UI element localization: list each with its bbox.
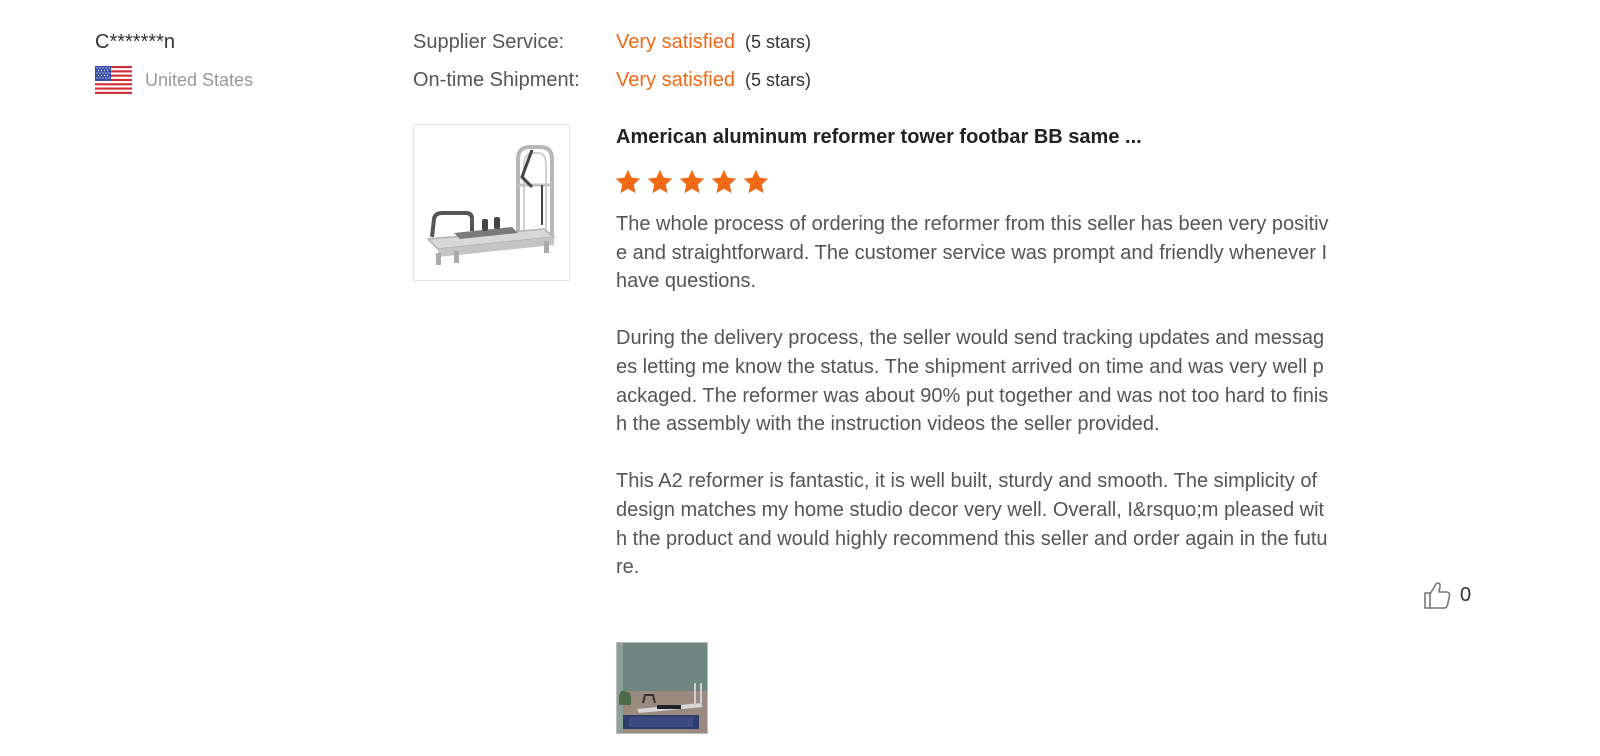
supplier-service-label: Supplier Service:: [413, 31, 565, 53]
star-icon: [711, 169, 737, 194]
reviewer-country: United States: [95, 65, 253, 95]
product-title[interactable]: American aluminum reformer tower footbar…: [616, 124, 1142, 150]
shipment-value: Very satisfied: [616, 69, 735, 91]
supplier-service-value: Very satisfied: [616, 31, 735, 53]
reviewer-name: C*******n: [95, 31, 176, 53]
us-flag-icon: [95, 66, 132, 94]
star-icon: [679, 169, 705, 194]
reformer-product-image: [414, 125, 569, 280]
review-photo-studio: [617, 643, 707, 733]
shipment-rating: Very satisfied (5 stars): [616, 67, 811, 93]
supplier-service-stars: (5 stars): [744, 32, 811, 52]
helpful-button[interactable]: 0: [1422, 580, 1471, 610]
review-paragraph: This A2 reformer is fantastic, it is wel…: [616, 470, 1328, 579]
thumbs-up-icon: [1424, 582, 1451, 609]
review-text: The whole process of ordering the reform…: [616, 210, 1336, 610]
shipment-stars: (5 stars): [744, 70, 811, 90]
review-paragraph: During the delivery process, the seller …: [616, 327, 1329, 436]
star-icon: [647, 169, 673, 194]
star-icon: [615, 169, 641, 194]
product-thumbnail[interactable]: [413, 124, 570, 281]
country-name: United States: [145, 69, 254, 90]
supplier-service-rating: Very satisfied (5 stars): [616, 29, 811, 55]
review-paragraph: The whole process of ordering the reform…: [616, 213, 1329, 293]
review-star-rating: [614, 168, 774, 196]
review-photo[interactable]: [616, 642, 708, 734]
shipment-label: On-time Shipment:: [413, 69, 580, 91]
helpful-count: 0: [1460, 583, 1472, 606]
star-icon: [743, 169, 769, 194]
